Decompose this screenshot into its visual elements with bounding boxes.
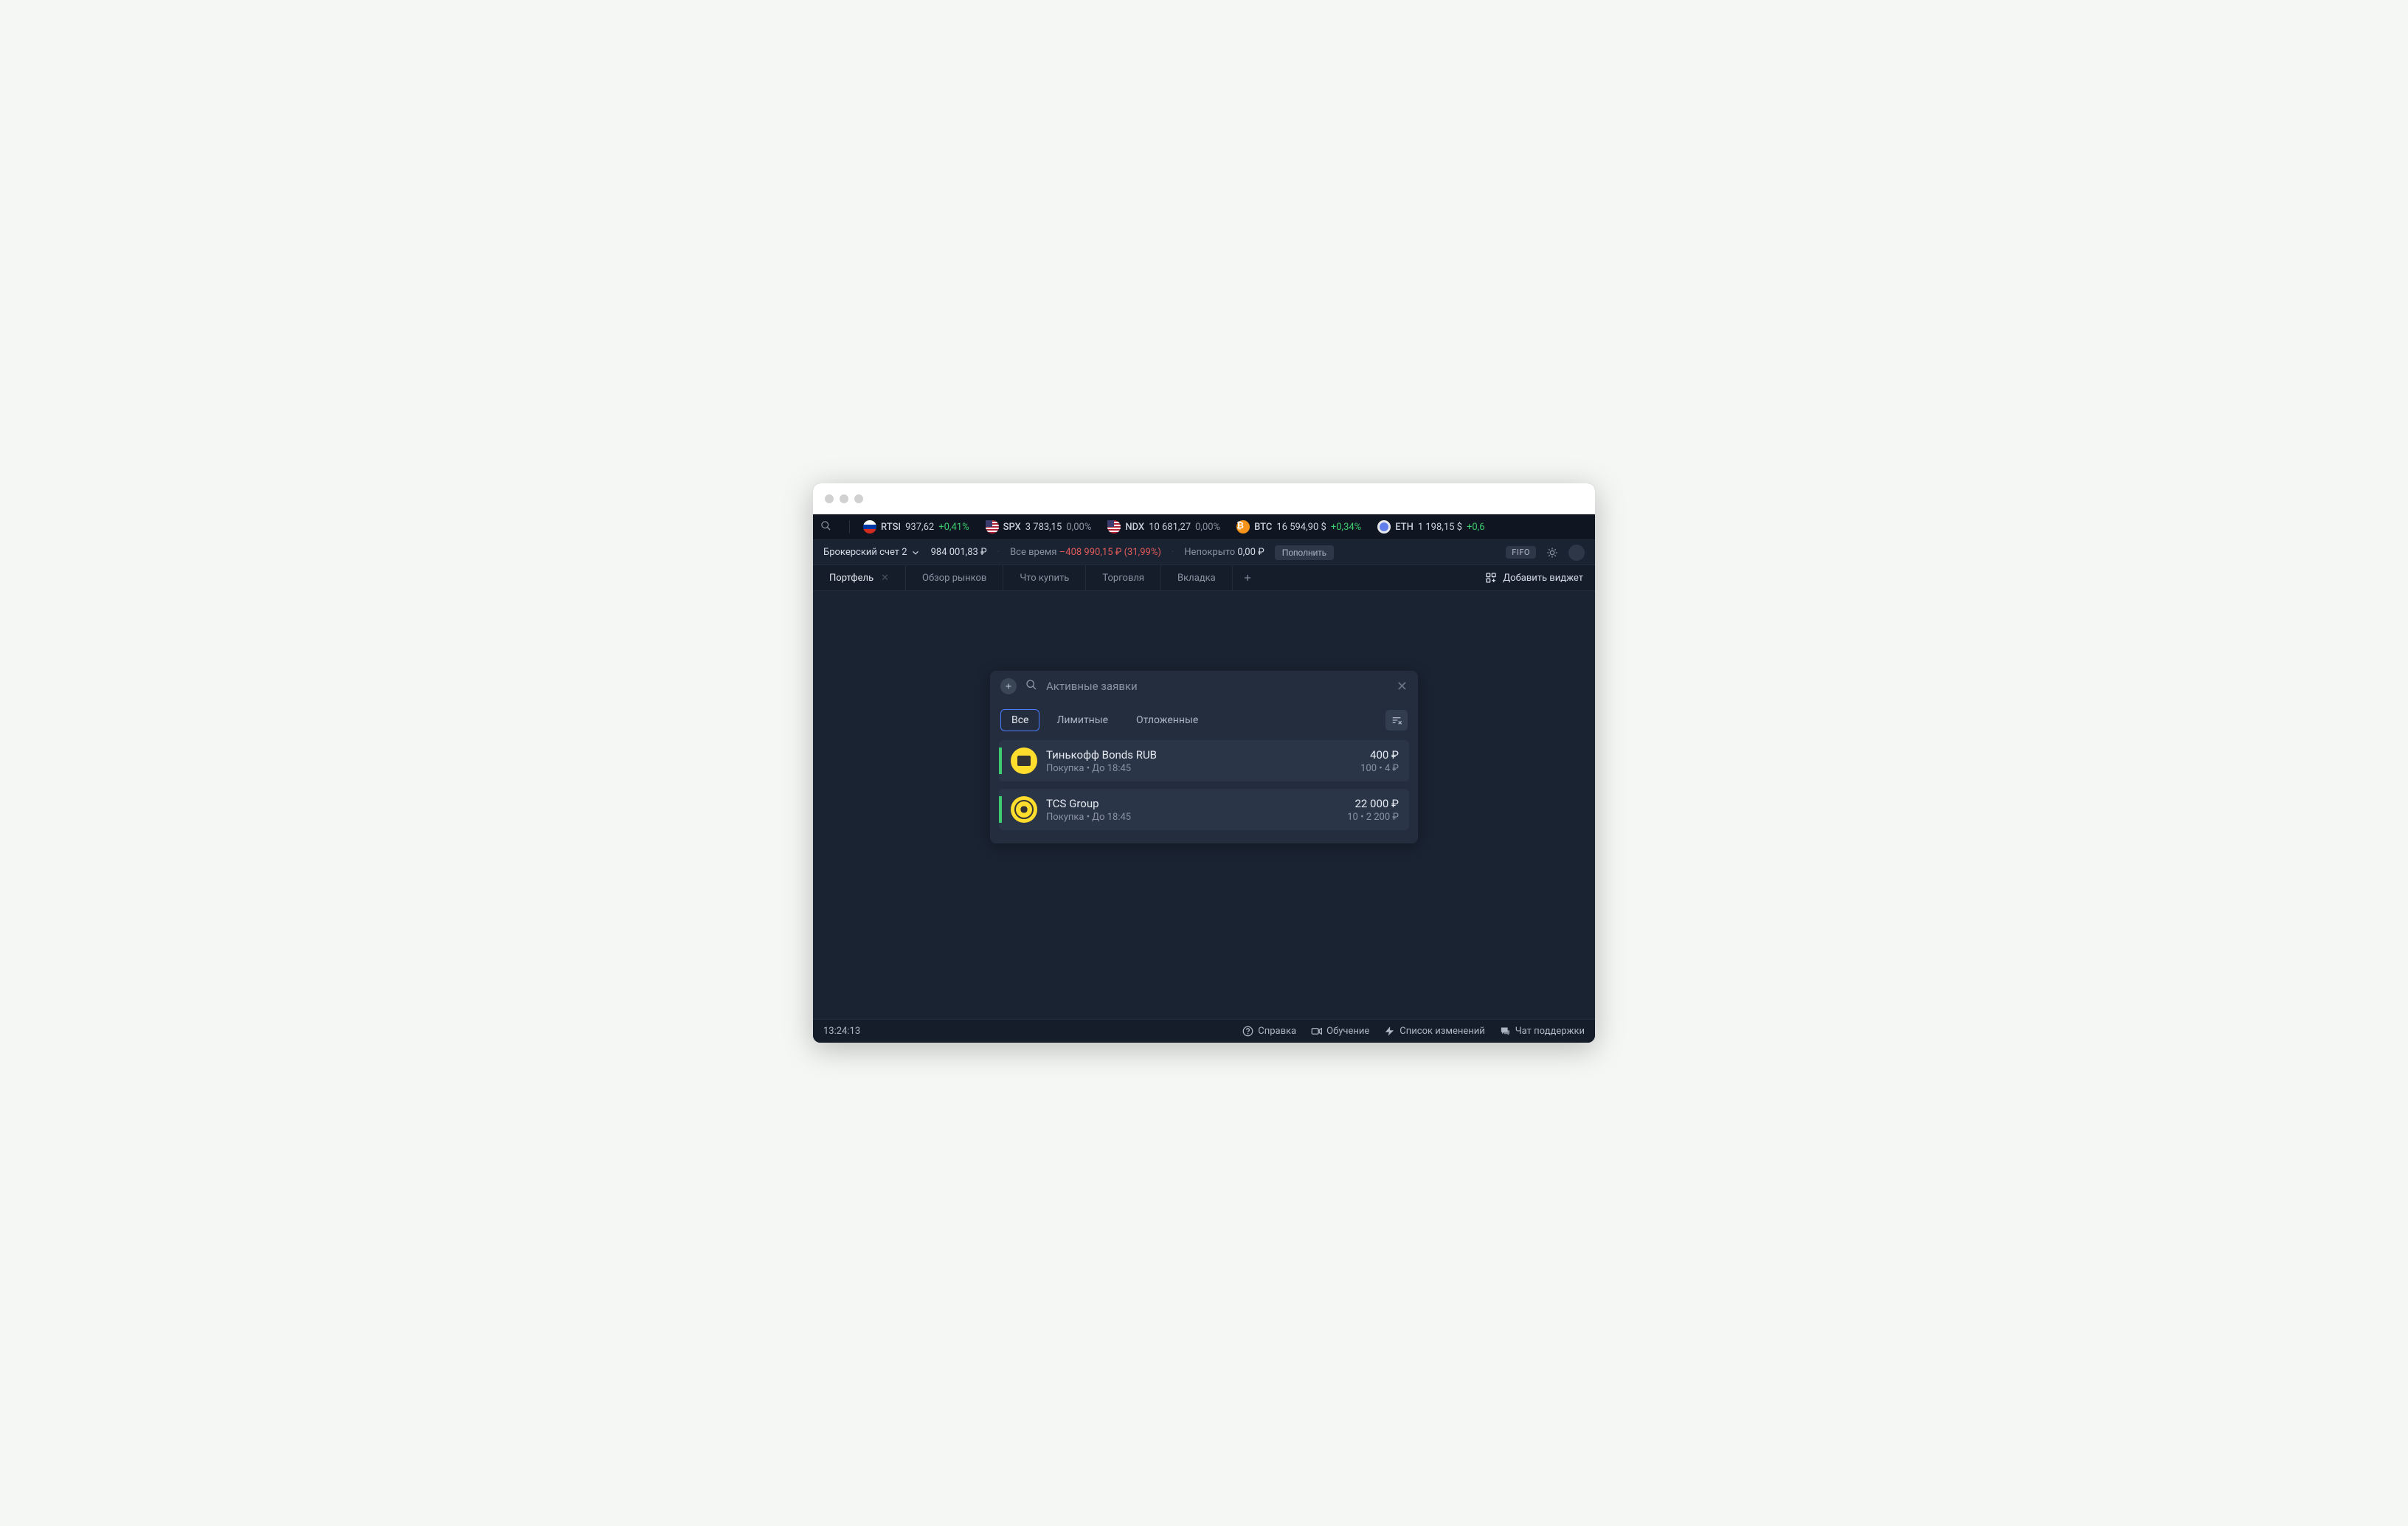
ticker-ndx[interactable]: NDX 10 681,27 0,00% (1107, 520, 1220, 534)
widget-close-icon[interactable]: ✕ (1397, 679, 1408, 694)
account-balance: 984 001,83 ₽ (931, 547, 987, 558)
ticker-value: 1 198,15 $ (1418, 522, 1462, 533)
widget-header: Активные заявки ✕ (990, 671, 1418, 702)
widget-filters: Все Лимитные Отложенные (990, 702, 1418, 740)
account-period: Все время –408 990,15 ₽ (31,99%) (1010, 547, 1161, 558)
tab[interactable]: Что купить (1003, 565, 1086, 590)
help-link[interactable]: Справка (1242, 1026, 1296, 1037)
tab-label: Торговля (1102, 573, 1144, 584)
account-uncovered: Непокрыто 0,00 ₽ (1184, 547, 1264, 558)
workspace-canvas: Активные заявки ✕ ВсеЛимитныеОтложенные … (813, 591, 1595, 1019)
clear-filter-icon[interactable] (1385, 710, 1408, 731)
tab-label: Вкладка (1177, 573, 1216, 584)
account-bar: Брокерский счет 2 984 001,83 ₽ · Все вре… (813, 539, 1595, 565)
ticker-change: +0,6 (1467, 522, 1485, 533)
window-titlebar (813, 483, 1595, 514)
ticker-change: +0,34% (1331, 522, 1361, 533)
eth-flag-icon (1377, 520, 1391, 534)
theme-toggle-icon[interactable] (1546, 547, 1558, 559)
tab-label: Что купить (1020, 573, 1069, 584)
orders-list: Тинькофф Bonds RUBПокупка • До 18:45400 … (990, 740, 1418, 843)
tab[interactable]: Портфель ✕ (813, 565, 906, 590)
filter-chip[interactable]: Все (1000, 709, 1039, 731)
ticker-value: 10 681,27 (1149, 522, 1191, 533)
ticker-change: 0,00% (1066, 522, 1091, 533)
widget-add-icon (1485, 572, 1497, 584)
divider (849, 520, 850, 534)
active-orders-widget: Активные заявки ✕ ВсеЛимитныеОтложенные … (990, 671, 1418, 843)
order-details: 10 • 2 200 ₽ (1347, 812, 1399, 823)
order-details: 100 • 4 ₽ (1360, 763, 1399, 774)
tab-close-icon[interactable]: ✕ (881, 573, 889, 584)
ticker-symbol: SPX (1003, 522, 1021, 533)
tab-add-button[interactable] (1233, 565, 1262, 590)
tab-label: Портфель (829, 573, 873, 584)
ticker-value: 16 594,90 $ (1276, 522, 1326, 533)
training-link[interactable]: Обучение (1311, 1026, 1369, 1037)
search-icon[interactable] (1025, 679, 1037, 694)
traffic-light-close[interactable] (825, 494, 834, 503)
widget-add-icon[interactable] (1000, 678, 1017, 694)
account-selector[interactable]: Брокерский счет 2 (823, 547, 921, 558)
search-icon[interactable] (820, 520, 831, 534)
status-bar: 13:24:13 Справка Обучение Список изменен… (813, 1019, 1595, 1043)
order-row[interactable]: Тинькофф Bonds RUBПокупка • До 18:45400 … (999, 740, 1409, 781)
ticker-value: 937,62 (905, 522, 934, 533)
chat-icon (1500, 1026, 1511, 1037)
ticker-eth[interactable]: ETH 1 198,15 $ +0,6 (1377, 520, 1484, 534)
ticker-value: 3 783,15 (1025, 522, 1062, 533)
order-subtitle: Покупка • До 18:45 (1046, 763, 1360, 774)
bolt-icon (1384, 1026, 1395, 1037)
changelog-link[interactable]: Список изменений (1384, 1026, 1484, 1037)
app-window: RTSI 937,62 +0,41% SPX 3 783,15 0,00% NDX 10 68… (813, 483, 1595, 1043)
ticker-symbol: RTSI (881, 522, 901, 533)
order-amount: 22 000 ₽ (1347, 797, 1399, 810)
us-flag-icon (1107, 520, 1121, 534)
asset-logo-icon (1011, 796, 1037, 823)
order-name: TCS Group (1046, 797, 1347, 810)
clock: 13:24:13 (823, 1026, 860, 1037)
ticker-rtsi[interactable]: RTSI 937,62 +0,41% (863, 520, 969, 534)
fifo-badge[interactable]: FIFO (1506, 546, 1536, 559)
asset-logo-icon (1011, 748, 1037, 774)
ticker-change: +0,41% (938, 522, 969, 533)
topup-button[interactable]: Пополнить (1275, 545, 1334, 560)
traffic-light-minimize[interactable] (840, 494, 848, 503)
order-subtitle: Покупка • До 18:45 (1046, 812, 1347, 823)
traffic-light-zoom[interactable] (854, 494, 863, 503)
video-icon (1311, 1026, 1322, 1037)
ticker-change: 0,00% (1195, 522, 1220, 533)
ticker-btc[interactable]: ₿ BTC 16 594,90 $ +0,34% (1236, 520, 1361, 534)
ru-flag-icon (863, 520, 876, 534)
tab-label: Обзор рынков (922, 573, 986, 584)
help-icon (1242, 1026, 1253, 1037)
ticker-spx[interactable]: SPX 3 783,15 0,00% (986, 520, 1092, 534)
order-name: Тинькофф Bonds RUB (1046, 748, 1360, 762)
us-flag-icon (986, 520, 999, 534)
filter-chip[interactable]: Лимитные (1045, 709, 1119, 731)
order-row[interactable]: TCS Group Покупка • До 18:4522 000 ₽ 10 • … (999, 789, 1409, 830)
chevron-down-icon (910, 548, 921, 558)
avatar[interactable] (1568, 545, 1585, 561)
add-widget-label: Добавить виджет (1503, 573, 1583, 584)
account-change: –408 990,15 ₽ (31,99%) (1059, 547, 1161, 558)
order-amount: 400 ₽ (1360, 748, 1399, 762)
btc-flag-icon: ₿ (1236, 520, 1250, 534)
tab[interactable]: Торговля (1086, 565, 1161, 590)
ticker-symbol: BTC (1254, 522, 1272, 533)
support-chat-link[interactable]: Чат поддержки (1500, 1026, 1585, 1037)
add-widget-button[interactable]: Добавить виджет (1473, 565, 1595, 590)
tabs-bar: Портфель ✕ Обзор рынков Что купить Торговля В… (813, 565, 1595, 591)
widget-title: Активные заявки (1046, 680, 1388, 693)
tab[interactable]: Вкладка (1161, 565, 1233, 590)
account-name: Брокерский счет 2 (823, 547, 907, 558)
ticker-symbol: NDX (1125, 522, 1144, 533)
ticker-symbol: ETH (1395, 522, 1414, 533)
filter-chip[interactable]: Отложенные (1125, 709, 1209, 731)
tab[interactable]: Обзор рынков (906, 565, 1003, 590)
ticker-bar: RTSI 937,62 +0,41% SPX 3 783,15 0,00% NDX 10 68… (813, 514, 1595, 539)
